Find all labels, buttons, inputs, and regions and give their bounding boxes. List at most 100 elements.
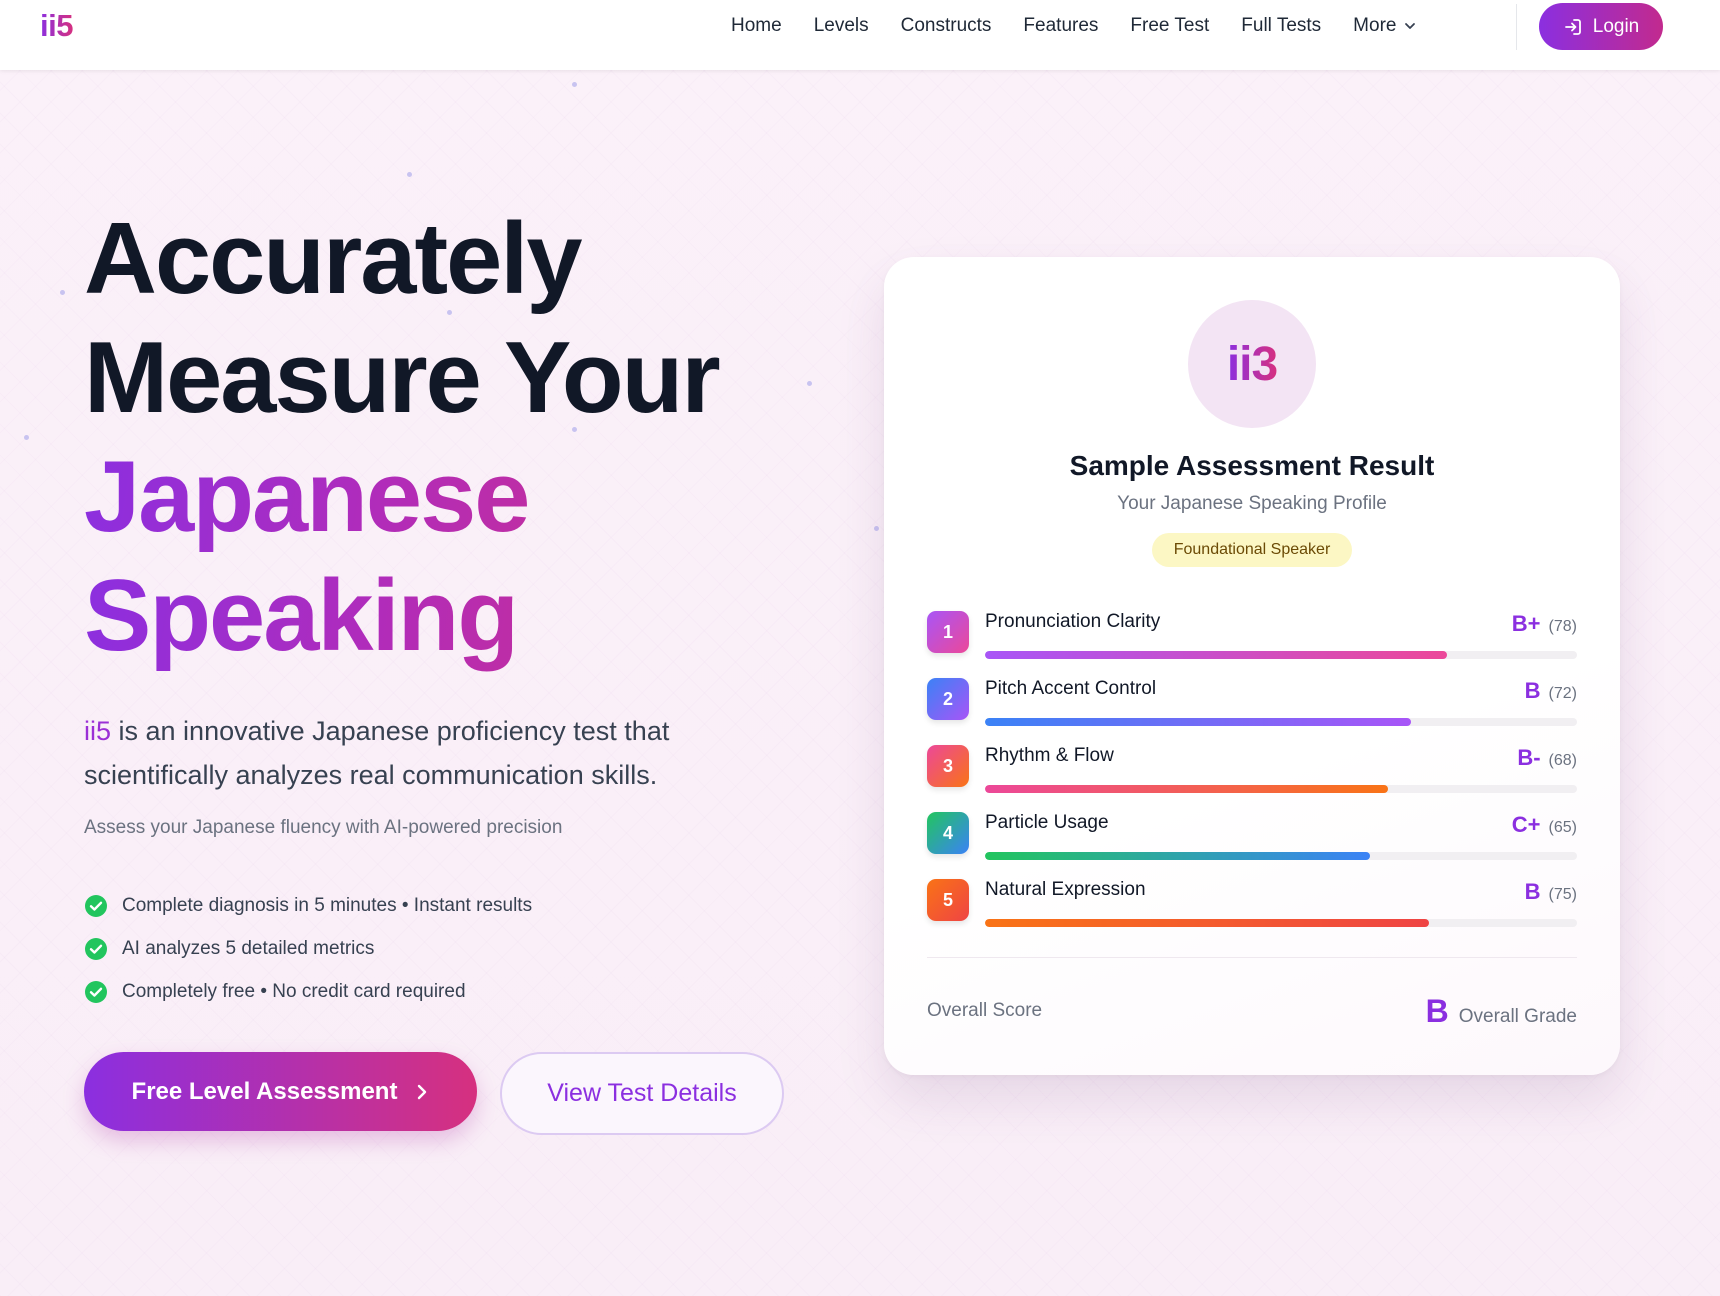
metric-label: Particle Usage — [985, 812, 1109, 833]
check-circle-icon — [85, 894, 107, 917]
card-logo-badge: ii3 — [1188, 300, 1316, 428]
metric-grade-letter: B+ — [1511, 611, 1541, 636]
nav-free-test-label: Free Test — [1130, 15, 1210, 36]
metric-grade-letter: B- — [1517, 745, 1541, 770]
checklist-text: Complete diagnosis in 5 minutes • Instan… — [122, 894, 533, 916]
nav-constructs[interactable]: Constructs — [901, 15, 992, 37]
primary-button-label: Free Level Assessment — [131, 1077, 398, 1105]
nav-free-test[interactable]: Free Test — [1130, 15, 1209, 37]
metric-bar-fill — [985, 651, 1447, 659]
top-navbar: ii5 Home Levels Constructs Features Free… — [0, 0, 1720, 70]
metric-number-badge: 5 — [927, 879, 969, 921]
nav-constructs-label: Constructs — [900, 15, 992, 36]
overall-grade-value: B — [1425, 993, 1449, 1029]
card-title: Sample Assessment Result — [1069, 450, 1435, 481]
check-circle-icon — [85, 937, 107, 960]
metric-grade-letter: C+ — [1511, 812, 1541, 837]
metric-label: Natural Expression — [985, 879, 1146, 900]
metric-row: 4 Particle Usage C+ (65) — [927, 812, 1577, 879]
hero-title-line: Accurately — [84, 203, 583, 315]
metric-bar-fill — [985, 919, 1429, 927]
checklist-item: Completely free • No credit card require… — [84, 970, 532, 1013]
nav-full-tests-label: Full Tests — [1241, 15, 1322, 36]
login-icon — [1564, 18, 1581, 35]
decor-dot — [407, 172, 412, 177]
secondary-button-label: View Test Details — [547, 1079, 737, 1107]
level-badge: Foundational Speaker — [1152, 533, 1352, 567]
view-test-details-button[interactable]: View Test Details — [500, 1052, 784, 1135]
metric-grade: B (72) — [1525, 678, 1577, 704]
metric-bar-track — [985, 852, 1577, 860]
overall-grade: B Overall Grade — [1426, 993, 1577, 1030]
decor-dot — [874, 526, 879, 531]
nav-levels[interactable]: Levels — [814, 15, 869, 37]
hero-title: Accurately Measure Your Japanese Speakin… — [84, 200, 804, 676]
nav-more-dropdown[interactable]: More — [1353, 15, 1416, 37]
decor-dot — [807, 381, 812, 386]
metric-bar-track — [985, 919, 1577, 927]
metric-grade-letter: B — [1524, 879, 1541, 904]
card-divider — [927, 957, 1577, 958]
chevron-right-icon — [418, 1084, 427, 1099]
metric-number-badge: 4 — [927, 812, 969, 854]
metric-bar-track — [985, 651, 1577, 659]
metric-bar-fill — [985, 785, 1388, 793]
metric-grade-letter: B — [1524, 678, 1541, 703]
login-button[interactable]: Login — [1539, 3, 1663, 50]
decor-dot — [60, 290, 65, 295]
check-circle-icon — [85, 980, 107, 1003]
metrics-list: 1 Pronunciation Clarity B+ (78) 2 Pitch Accen… — [927, 611, 1577, 946]
metric-score: (78) — [1548, 618, 1577, 635]
nav-features[interactable]: Features — [1023, 15, 1098, 37]
metric-number-badge: 1 — [927, 611, 969, 653]
hero-subtitle: Assess your Japanese fluency with AI-pow… — [84, 817, 563, 838]
checklist-item: Complete diagnosis in 5 minutes • Instan… — [84, 884, 532, 927]
decor-dot — [572, 82, 577, 87]
metric-score: (65) — [1548, 819, 1577, 836]
metric-label: Pitch Accent Control — [985, 678, 1157, 699]
login-label: Login — [1592, 15, 1640, 37]
nav-home[interactable]: Home — [731, 15, 782, 37]
nav-full-tests[interactable]: Full Tests — [1241, 15, 1321, 37]
nav-home-label: Home — [731, 15, 782, 36]
nav-levels-label: Levels — [813, 15, 869, 36]
overall-score-label: Overall Score — [927, 1000, 1043, 1021]
checklist-item: AI analyzes 5 detailed metrics — [84, 927, 532, 970]
metric-row: 1 Pronunciation Clarity B+ (78) — [927, 611, 1577, 678]
metric-grade: B+ (78) — [1512, 611, 1577, 637]
metric-number-badge: 2 — [927, 678, 969, 720]
site-logo[interactable]: ii5 — [40, 8, 73, 44]
hero-title-highlight: Speaking — [84, 557, 804, 676]
lead-text: is an innovative Japanese proficiency te… — [84, 716, 670, 790]
metric-row: 3 Rhythm & Flow B- (68) — [927, 745, 1577, 812]
nav-features-label: Features — [1023, 15, 1099, 36]
hero-title-line: Measure Your — [84, 322, 721, 434]
metric-bar-track — [985, 718, 1577, 726]
metric-score: (68) — [1548, 752, 1577, 769]
feature-checklist: Complete diagnosis in 5 minutes • Instan… — [84, 884, 532, 1013]
hero-lead: ii5 is an innovative Japanese proficienc… — [84, 709, 764, 797]
metric-grade: B (75) — [1525, 879, 1577, 905]
metric-label: Pronunciation Clarity — [985, 611, 1161, 632]
checklist-text: Completely free • No credit card require… — [122, 980, 466, 1002]
lead-brand: ii5 — [84, 716, 112, 746]
metric-grade: B- (68) — [1517, 745, 1577, 771]
main-nav: Home Levels Constructs Features Free Tes… — [731, 0, 1448, 52]
metric-bar-track — [985, 785, 1577, 793]
card-subtitle: Your Japanese Speaking Profile — [1117, 493, 1387, 514]
free-level-assessment-button[interactable]: Free Level Assessment — [84, 1052, 477, 1131]
overall-grade-label: Overall Grade — [1458, 1006, 1577, 1027]
metric-score: (72) — [1548, 685, 1577, 702]
sample-result-card: ii3 Sample Assessment Result Your Japane… — [884, 257, 1620, 1075]
metric-bar-fill — [985, 852, 1370, 860]
nav-divider — [1516, 4, 1517, 50]
metric-row: 2 Pitch Accent Control B (72) — [927, 678, 1577, 745]
decor-dot — [24, 435, 29, 440]
metric-row: 5 Natural Expression B (75) — [927, 879, 1577, 946]
metric-grade: C+ (65) — [1512, 812, 1577, 838]
hero-title-highlight: Japanese — [84, 438, 804, 557]
metric-number-badge: 3 — [927, 745, 969, 787]
metric-label: Rhythm & Flow — [985, 745, 1114, 766]
card-logo-text: ii3 — [1226, 337, 1278, 391]
chevron-down-icon — [1405, 23, 1416, 29]
